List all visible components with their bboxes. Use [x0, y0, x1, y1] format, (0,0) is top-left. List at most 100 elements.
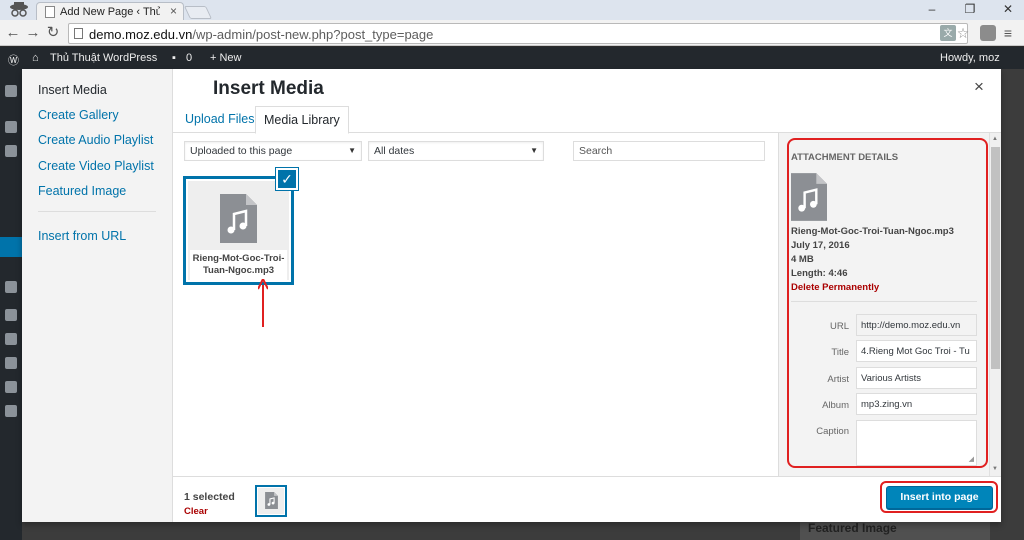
details-divider	[791, 301, 977, 302]
tools-icon[interactable]	[5, 381, 17, 393]
selected-attachment-thumbnail[interactable]	[255, 485, 287, 517]
selection-count: 1 selected	[184, 491, 235, 503]
search-input[interactable]: Search	[573, 141, 765, 161]
new-content-link[interactable]: + New	[210, 52, 242, 64]
menu-item-create-audio-playlist[interactable]: Create Audio Playlist	[38, 133, 153, 147]
menu-item-create-video-playlist[interactable]: Create Video Playlist	[38, 159, 154, 173]
modal-title: Insert Media	[213, 78, 324, 99]
extension-icon[interactable]	[980, 25, 996, 41]
chevron-down-icon: ▼	[348, 146, 356, 155]
caption-label: Caption	[816, 426, 849, 437]
audio-file-icon	[220, 194, 257, 243]
delete-permanently-link[interactable]: Delete Permanently	[791, 282, 879, 293]
tab-strip: Add New Page ‹ Thủ Thuậ × – ❐ ✕	[0, 0, 1024, 20]
tab-close-icon[interactable]: ×	[170, 5, 177, 17]
tab-upload-files[interactable]: Upload Files	[177, 106, 262, 134]
audio-file-icon	[265, 492, 278, 509]
incognito-icon	[10, 2, 28, 17]
details-date: July 17, 2016	[791, 240, 850, 251]
media-icon[interactable]	[5, 145, 17, 157]
back-arrow-icon[interactable]: ←	[4, 24, 22, 42]
date-filter-select[interactable]: All dates ▼	[368, 141, 544, 161]
browser-tab[interactable]: Add New Page ‹ Thủ Thuậ ×	[36, 2, 184, 20]
caption-field[interactable]: ◢	[856, 420, 977, 466]
reload-icon[interactable]: ↻	[44, 24, 62, 42]
comment-count[interactable]: 0	[186, 52, 192, 64]
howdy-user[interactable]: Howdy, moz	[940, 52, 1000, 64]
menu-item-featured-image[interactable]: Featured Image	[38, 184, 126, 198]
attachment-details-sidebar: Attachment Details Rieng-Mot-Goc-Troi-Tu…	[778, 133, 1001, 476]
media-router: Upload Files Media Library	[173, 105, 1001, 134]
menu-separator	[38, 211, 156, 212]
address-bar[interactable]: demo.moz.edu.vn/wp-admin/post-new.php?po…	[68, 23, 968, 44]
new-tab-button[interactable]	[183, 6, 213, 19]
details-length: Length: 4:46	[791, 268, 848, 279]
settings-icon[interactable]	[5, 405, 17, 417]
translate-icon[interactable]: 文	[940, 25, 956, 41]
media-modal: Insert Media Create Gallery Create Audio…	[22, 69, 1001, 522]
scrollbar-thumb[interactable]	[991, 147, 1000, 369]
close-window-button[interactable]: ✕	[1000, 1, 1016, 17]
menu-item-insert-from-url[interactable]: Insert from URL	[38, 229, 126, 243]
admin-side-menu	[0, 69, 22, 540]
tab-media-library[interactable]: Media Library	[255, 106, 349, 134]
attachment-details-heading: Attachment Details	[791, 152, 899, 163]
bookmark-star-icon[interactable]: ☆	[955, 25, 971, 41]
media-toolbar: 1 selected Clear Insert into page	[173, 476, 1001, 522]
comment-icon[interactable]: ▪	[172, 52, 176, 64]
page-icon	[74, 28, 83, 39]
plugins-icon[interactable]	[5, 333, 17, 345]
comments-icon[interactable]	[5, 281, 17, 293]
attachment-item[interactable]: Rieng-Mot-Goc-Troi-Tuan-Ngoc.mp3	[183, 176, 294, 285]
album-label: Album	[822, 400, 849, 411]
album-field[interactable]: mp3.zing.vn	[856, 393, 977, 415]
chevron-down-icon: ▼	[530, 146, 538, 155]
title-field[interactable]: 4.Rieng Mot Goc Troi - Tu	[856, 340, 977, 362]
url-label: URL	[829, 321, 849, 332]
artist-field[interactable]: Various Artists	[856, 367, 977, 389]
wordpress-logo-icon[interactable]: Ⓦ	[8, 52, 19, 68]
details-size: 4 MB	[791, 254, 814, 265]
menu-item-insert-media[interactable]: Insert Media	[38, 83, 107, 97]
attachment-filter-select[interactable]: Uploaded to this page ▼	[184, 141, 362, 161]
home-icon[interactable]: ⌂	[32, 52, 39, 64]
users-icon[interactable]	[5, 357, 17, 369]
url-path: /wp-admin/post-new.php?post_type=page	[192, 27, 434, 42]
minimize-button[interactable]: –	[924, 1, 940, 17]
scroll-down-icon[interactable]: ▼	[992, 466, 998, 472]
audio-file-icon	[791, 173, 827, 221]
date-filter-value: All dates	[374, 145, 415, 157]
window-controls: – ❐ ✕	[924, 1, 1016, 17]
browser-menu-icon[interactable]: ≡	[1000, 25, 1016, 41]
url-host: demo.moz.edu.vn	[89, 27, 193, 42]
url-text: demo.moz.edu.vn/wp-admin/post-new.php?po…	[89, 27, 433, 42]
menu-item-create-gallery[interactable]: Create Gallery	[38, 108, 119, 122]
close-icon[interactable]: ×	[974, 78, 984, 96]
forward-arrow-icon[interactable]: →	[24, 24, 42, 42]
restore-button[interactable]: ❐	[962, 1, 978, 17]
checkmark-icon[interactable]: ✓	[276, 168, 298, 190]
browser-toolbar: ← → ↻ demo.moz.edu.vn/wp-admin/post-new.…	[0, 21, 1024, 46]
appearance-icon[interactable]	[5, 309, 17, 321]
clear-selection-link[interactable]: Clear	[184, 506, 208, 517]
title-label: Title	[831, 347, 849, 358]
scroll-up-icon[interactable]: ▲	[992, 136, 998, 142]
page-icon	[45, 6, 55, 18]
annotation-arrow-icon	[258, 279, 268, 327]
dashboard-icon[interactable]	[5, 85, 17, 97]
insert-into-page-button[interactable]: Insert into page	[886, 486, 993, 509]
attachment-filename: Rieng-Mot-Goc-Troi-Tuan-Ngoc.mp3	[190, 250, 287, 280]
browser-chrome: Add New Page ‹ Thủ Thuậ × – ❐ ✕ ← → ↻ de…	[0, 0, 1024, 46]
tab-title: Add New Page ‹ Thủ Thuậ	[60, 6, 160, 18]
artist-label: Artist	[827, 374, 849, 385]
url-field[interactable]: http://demo.moz.edu.vn	[856, 314, 977, 336]
resize-handle-icon[interactable]: ◢	[969, 455, 974, 463]
site-name-link[interactable]: Thủ Thuật WordPress	[50, 52, 157, 64]
media-menu: Insert Media Create Gallery Create Audio…	[22, 69, 173, 522]
admin-bar: Ⓦ ⌂ Thủ Thuật WordPress ▪ 0 + New Howdy,…	[0, 47, 1024, 69]
annotation-highlight-box: Insert into page	[880, 481, 998, 513]
active-menu-item[interactable]	[0, 237, 22, 257]
pin-icon[interactable]	[5, 121, 17, 133]
attachment-filter-value: Uploaded to this page	[190, 145, 293, 157]
details-filename: Rieng-Mot-Goc-Troi-Tuan-Ngoc.mp3	[791, 226, 954, 237]
